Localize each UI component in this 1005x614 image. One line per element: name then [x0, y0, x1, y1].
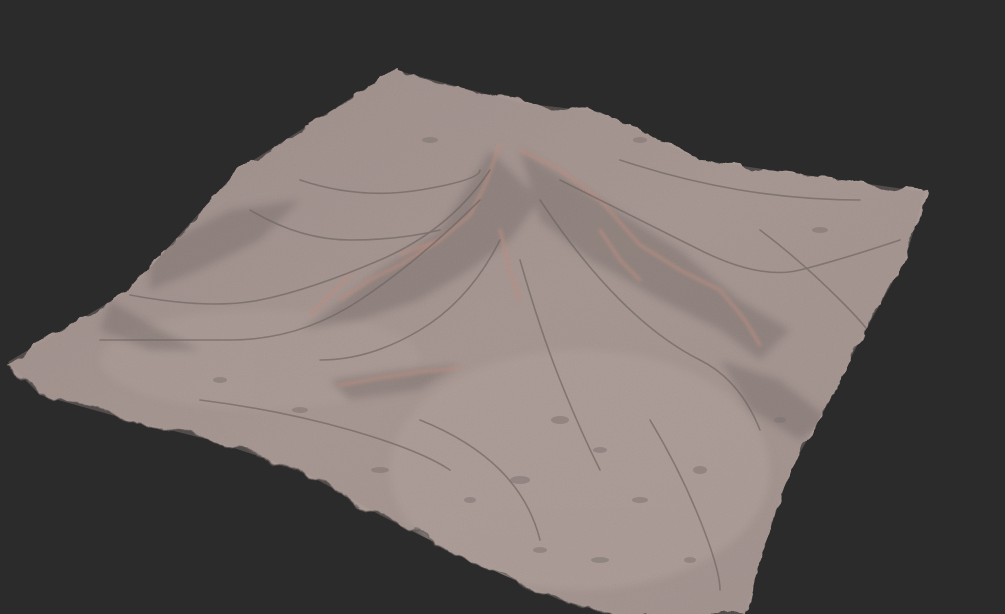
- terrain-detail: [8, 70, 925, 614]
- terrain-render: [7, 70, 925, 614]
- terrain-grain: [8, 70, 925, 614]
- 3d-viewport[interactable]: [0, 0, 1005, 614]
